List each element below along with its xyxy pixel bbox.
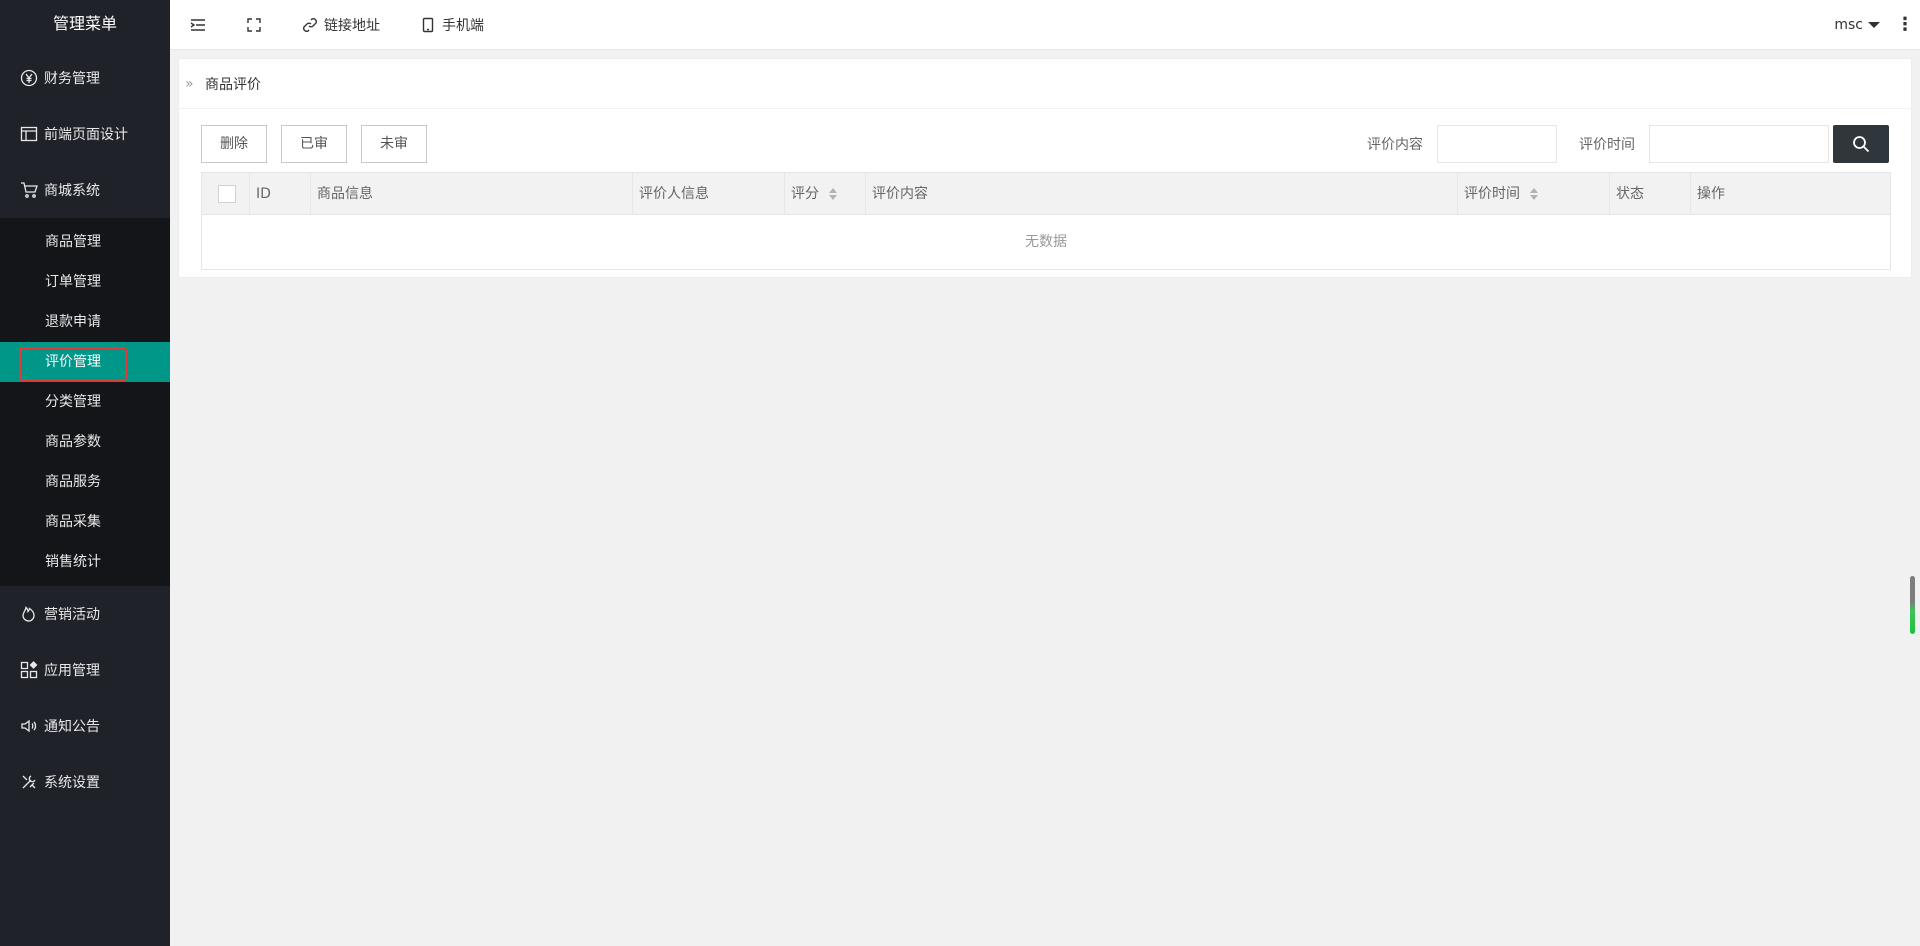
column-header-product-info: 商品信息 [311,173,633,215]
sidebar-item-label: 通知公告 [44,719,100,735]
submenu-item-product-collection[interactable]: 商品采集 [0,502,170,542]
submenu-item-sales-stats[interactable]: 销售统计 [0,542,170,582]
submenu-item-product-params[interactable]: 商品参数 [0,422,170,462]
top-header: 链接地址 手机端 msc ⋮ [170,0,1920,50]
empty-state: 无数据 [1025,234,1067,250]
fullscreen-icon [247,17,261,32]
submenu-item-order-management[interactable]: 订单管理 [0,262,170,302]
mobile-button[interactable]: 手机端 [400,0,504,50]
submenu-item-product-management[interactable]: 商品管理 [0,222,170,262]
sort-icon[interactable] [829,188,837,200]
mobile-icon [422,17,434,32]
speaker-icon [20,717,38,735]
fire-icon [20,605,38,623]
select-all-checkbox[interactable] [218,185,236,203]
review-content-input[interactable] [1437,125,1557,163]
cart-icon [20,181,38,199]
column-header-id: ID [250,173,311,215]
submenu-item-product-services[interactable]: 商品服务 [0,462,170,502]
review-time-input[interactable] [1649,125,1829,163]
user-menu[interactable]: msc [1824,17,1890,33]
unapproved-button[interactable]: 未审 [361,125,427,163]
page-title: 商品评价 [205,76,261,93]
sidebar-item-label: 商城系统 [44,183,100,199]
chevron-down-icon [1868,21,1880,28]
sort-icon[interactable] [1530,188,1538,200]
breadcrumb: » 商品评价 [179,59,1911,109]
review-time-label: 评价时间 [1579,137,1635,153]
scroll-indicator[interactable] [1910,576,1915,634]
reviews-table: ID 商品信息 评价人信息 评分 评价内容 评价时间 状态 操作 无数据 [201,172,1891,270]
username: msc [1834,16,1863,33]
column-header-rating[interactable]: 评分 [785,173,866,215]
link-icon [303,17,317,32]
mobile-label: 手机端 [442,17,484,34]
more-menu-icon[interactable]: ⋮ [1890,0,1920,50]
column-header-reviewer-info: 评价人信息 [633,173,785,215]
review-time-header-label: 评价时间 [1464,186,1520,202]
sidebar-title: 管理菜单 [0,0,170,50]
yen-circle-icon [20,69,38,87]
mall-submenu: 商品管理 订单管理 退款申请 评价管理 分类管理 商品参数 商品服务 商品采集 … [0,218,170,586]
sidebar: 管理菜单 财务管理 前端页面设计 商城系统 商品管理 订单管理 退款申请 评价管… [0,0,170,946]
indent-icon [190,18,205,31]
double-chevron-right-icon[interactable]: » [185,76,199,92]
layout-icon [20,125,38,143]
search-icon [1853,136,1870,153]
sidebar-item-frontend-design[interactable]: 前端页面设计 [0,106,170,162]
tools-icon [20,773,38,791]
review-content-label: 评价内容 [1367,137,1423,153]
main-card: » 商品评价 删除 已审 未审 评价内容 评价时间 ID 商品信息 评价人信息 … [178,58,1912,278]
link-address-button[interactable]: 链接地址 [282,0,400,50]
table-header: ID 商品信息 评价人信息 评分 评价内容 评价时间 状态 操作 [202,173,1890,215]
link-address-label: 链接地址 [324,17,380,34]
rating-header-label: 评分 [791,186,819,202]
column-header-status: 状态 [1610,173,1691,215]
sidebar-item-notice[interactable]: 通知公告 [0,698,170,754]
approved-button[interactable]: 已审 [281,125,347,163]
sidebar-item-label: 应用管理 [44,663,100,679]
delete-button[interactable]: 删除 [201,125,267,163]
sidebar-item-label: 营销活动 [44,607,100,623]
sidebar-item-mall-system[interactable]: 商城系统 [0,162,170,218]
fullscreen-button[interactable] [226,0,282,50]
sidebar-item-marketing[interactable]: 营销活动 [0,586,170,642]
apps-icon [20,661,38,679]
sidebar-item-label: 系统设置 [44,775,100,791]
sidebar-item-label: 前端页面设计 [44,127,128,143]
column-header-actions: 操作 [1697,186,1725,202]
sidebar-item-app-management[interactable]: 应用管理 [0,642,170,698]
toggle-sidebar-button[interactable] [170,0,226,50]
submenu-item-category-management[interactable]: 分类管理 [0,382,170,422]
submenu-item-review-management[interactable]: 评价管理 [0,342,170,382]
select-all-cell [202,173,250,215]
search-button[interactable] [1833,125,1889,163]
column-header-review-time[interactable]: 评价时间 [1458,173,1610,215]
sidebar-item-finance[interactable]: 财务管理 [0,50,170,106]
toolbar: 删除 已审 未审 评价内容 评价时间 [179,109,1911,179]
submenu-item-refund-requests[interactable]: 退款申请 [0,302,170,342]
column-header-review-content: 评价内容 [866,173,1458,215]
sidebar-item-system-settings[interactable]: 系统设置 [0,754,170,810]
sidebar-item-label: 财务管理 [44,71,100,87]
